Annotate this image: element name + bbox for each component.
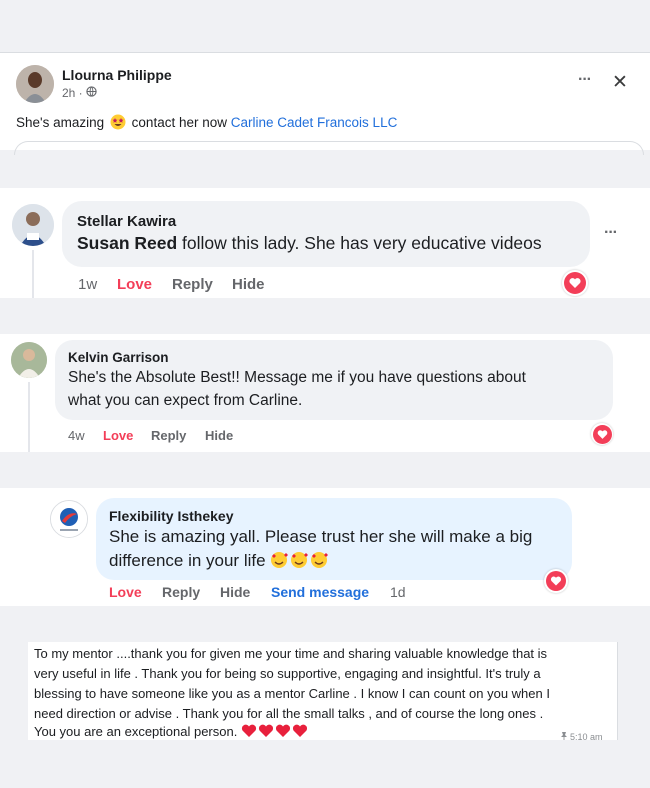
- tag-link[interactable]: Carline Cadet Francois LLC: [231, 115, 398, 130]
- post-text: She's amazing contact her now Carline Ca…: [16, 114, 397, 133]
- smiling-hearts-emoji: [270, 551, 330, 574]
- message-card: To my mentor ....thank you for given me …: [28, 642, 618, 742]
- post-card: Llourna Philippe 2h · ··· ✕ She's amazin…: [0, 52, 650, 155]
- message-timestamp: 5:10 am: [560, 732, 603, 742]
- comment-more-button[interactable]: ···: [604, 224, 618, 242]
- comment-text: Susan Reed follow this lady. She has ver…: [77, 233, 542, 253]
- message-line-5: You you are an exceptional person.: [34, 723, 309, 742]
- reply-button[interactable]: Reply: [172, 276, 213, 293]
- heart-reaction-icon[interactable]: [544, 569, 568, 593]
- comment-card-3: Flexibility Isthekey She is amazing yall…: [0, 488, 650, 606]
- comment-author[interactable]: Stellar Kawira: [77, 213, 176, 230]
- reply-button[interactable]: Reply: [162, 584, 200, 600]
- red-heart-emoji: [241, 723, 309, 742]
- love-button[interactable]: Love: [103, 428, 133, 443]
- comment-card-1: Stellar Kawira Susan Reed follow this la…: [0, 188, 650, 298]
- message-line-3: blessing to have someone like you as a m…: [34, 686, 550, 701]
- hide-button[interactable]: Hide: [220, 584, 250, 600]
- comment-card-2: Kelvin Garrison She's the Absolute Best!…: [0, 334, 650, 452]
- post-author-avatar[interactable]: [16, 65, 54, 103]
- love-button[interactable]: Love: [117, 276, 152, 293]
- message-line-1: To my mentor ....thank you for given me …: [34, 646, 548, 661]
- comment-age[interactable]: 1w: [78, 276, 97, 293]
- post-meta: 2h ·: [62, 86, 97, 100]
- send-message-button[interactable]: Send message: [271, 584, 369, 600]
- message-line-4: need direction or advise . Thank you for…: [34, 706, 544, 721]
- comment-text-line-1: She is amazing yall. Please trust her sh…: [109, 527, 533, 546]
- commenter-avatar[interactable]: [11, 342, 47, 378]
- comment-age[interactable]: 1d: [390, 584, 406, 600]
- comment-text-line-1: She's the Absolute Best!! Message me if …: [68, 369, 526, 386]
- comment-box-edge: [14, 141, 644, 155]
- comment-age[interactable]: 4w: [68, 428, 85, 443]
- mention-link[interactable]: Susan Reed: [77, 233, 177, 253]
- heart-reaction-icon[interactable]: [562, 270, 588, 296]
- post-author-name[interactable]: Llourna Philippe: [62, 67, 172, 83]
- commenter-avatar[interactable]: [12, 204, 54, 246]
- comment-author[interactable]: Kelvin Garrison: [68, 350, 169, 365]
- star-struck-emoji: [110, 114, 126, 133]
- pin-icon: [560, 732, 568, 742]
- thread-line: [32, 250, 34, 298]
- close-icon[interactable]: ✕: [612, 71, 628, 94]
- comment-text-line-2: difference in your life: [109, 551, 330, 574]
- post-time[interactable]: 2h ·: [62, 86, 83, 100]
- commenter-avatar[interactable]: [50, 500, 88, 538]
- comment-author[interactable]: Flexibility Isthekey: [109, 508, 234, 524]
- hide-button[interactable]: Hide: [205, 428, 233, 443]
- message-line-2: very useful in life . Thank you for bein…: [34, 666, 541, 681]
- reply-button[interactable]: Reply: [151, 428, 186, 443]
- heart-reaction-icon[interactable]: [591, 423, 613, 445]
- globe-icon: [86, 86, 97, 100]
- love-button[interactable]: Love: [109, 584, 142, 600]
- comment-text-line-2: what you can expect from Carline.: [68, 392, 303, 409]
- thread-line: [28, 382, 30, 452]
- hide-button[interactable]: Hide: [232, 276, 265, 293]
- post-more-button[interactable]: ···: [578, 71, 592, 89]
